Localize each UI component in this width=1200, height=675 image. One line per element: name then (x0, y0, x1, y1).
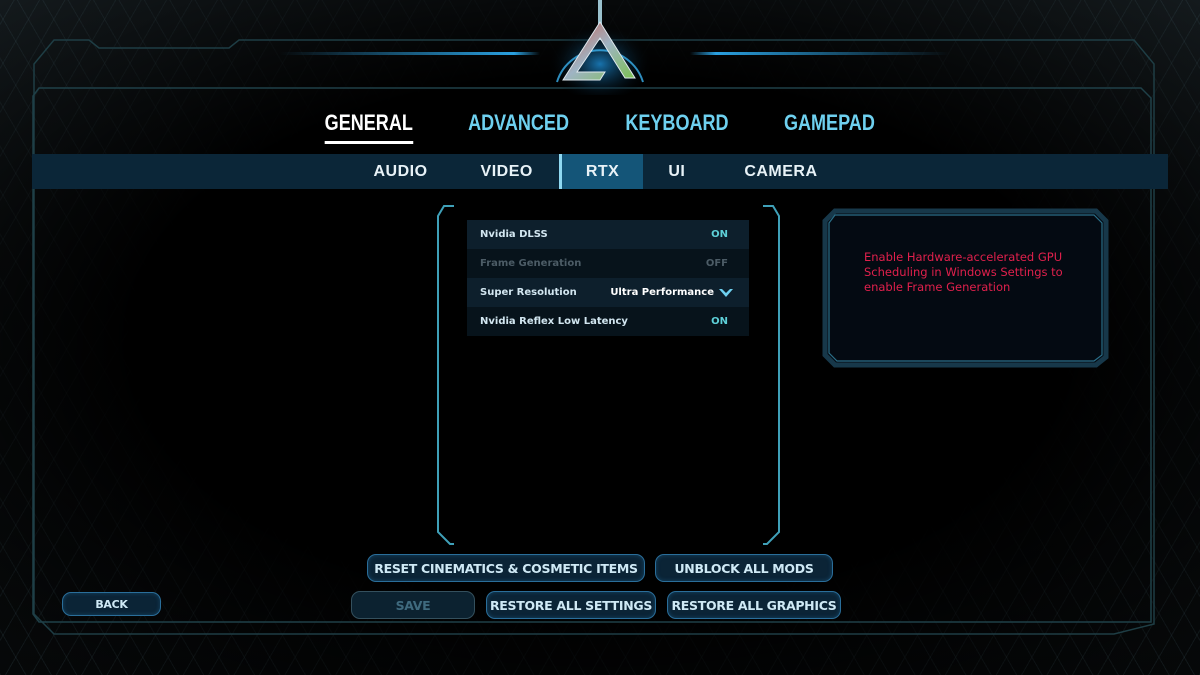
setting-value[interactable]: ON (711, 229, 728, 240)
setting-frame-generation: Frame Generation OFF (467, 249, 749, 278)
save-button[interactable]: SAVE (351, 591, 475, 619)
dropdown-selected-value: Ultra Performance (610, 287, 714, 298)
setting-label: Nvidia Reflex Low Latency (480, 316, 628, 327)
setting-nvidia-dlss[interactable]: Nvidia DLSS ON (467, 220, 749, 249)
back-button[interactable]: BACK (62, 592, 161, 616)
unblock-all-mods-button[interactable]: UNBLOCK ALL MODS (655, 554, 833, 582)
subtab-rtx[interactable]: RTX (558, 154, 644, 189)
setting-nvidia-reflex[interactable]: Nvidia Reflex Low Latency ON (467, 307, 749, 336)
restore-all-graphics-button[interactable]: RESTORE ALL GRAPHICS (667, 591, 841, 619)
reset-cinematics-button[interactable]: RESET CINEMATICS & COSMETIC ITEMS (367, 554, 645, 582)
setting-super-resolution[interactable]: Super Resolution Ultra Performance (467, 278, 749, 307)
tab-advanced[interactable]: ADVANCED (468, 110, 569, 142)
setting-value[interactable]: ON (711, 316, 728, 327)
ark-logo-icon (545, 0, 655, 100)
info-panel: Enable Hardware-accelerated GPU Scheduli… (821, 207, 1110, 369)
setting-label: Super Resolution (480, 287, 577, 298)
sub-tab-bar: AUDIO VIDEO RTX UI CAMERA (32, 154, 1168, 189)
setting-value: OFF (705, 258, 728, 269)
setting-label: Frame Generation (480, 258, 582, 269)
super-resolution-dropdown[interactable]: Ultra Performance (610, 287, 734, 299)
rtx-settings-list: Nvidia DLSS ON Frame Generation OFF Supe… (467, 220, 749, 336)
tab-keyboard[interactable]: KEYBOARD (625, 110, 728, 142)
tab-general[interactable]: GENERAL (325, 110, 413, 144)
subtab-ui[interactable]: UI (643, 154, 710, 189)
subtab-camera[interactable]: CAMERA (710, 154, 851, 189)
top-tabs: GENERAL ADVANCED KEYBOARD GAMEPAD (0, 110, 1200, 144)
subtab-video[interactable]: VIDEO (455, 154, 559, 189)
frame-generation-warning: Enable Hardware-accelerated GPU Scheduli… (864, 250, 1063, 294)
restore-all-settings-button[interactable]: RESTORE ALL SETTINGS (486, 591, 656, 619)
header-glow-right (690, 52, 950, 55)
subtab-audio[interactable]: AUDIO (348, 154, 454, 189)
header-glow-left (280, 52, 540, 55)
setting-label: Nvidia DLSS (480, 229, 548, 240)
chevron-down-icon (719, 288, 733, 297)
tab-gamepad[interactable]: GAMEPAD (784, 110, 875, 142)
